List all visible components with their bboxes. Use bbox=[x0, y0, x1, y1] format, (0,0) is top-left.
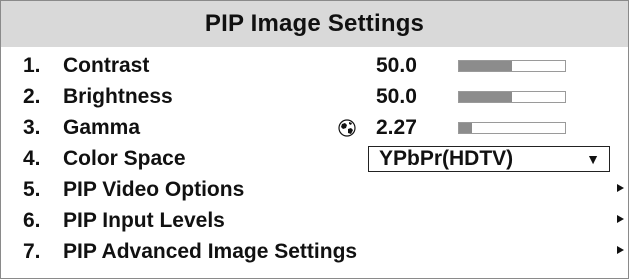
menu-title: PIP Image Settings bbox=[204, 10, 425, 37]
submenu-arrow-icon bbox=[617, 246, 624, 254]
slider-fill bbox=[459, 123, 472, 133]
item-label: PIP Video Options bbox=[63, 178, 245, 201]
item-label: Gamma bbox=[63, 116, 141, 139]
item-value: 50.0 bbox=[376, 85, 417, 108]
title-bar: PIP Image Settings bbox=[1, 1, 628, 47]
gamma-slider[interactable] bbox=[458, 122, 566, 134]
item-number: 6. bbox=[23, 209, 41, 232]
contrast-slider[interactable] bbox=[458, 60, 566, 72]
triangle-down-icon: ▼ bbox=[586, 151, 600, 167]
submenu-arrow-icon bbox=[617, 184, 624, 192]
menu-item-pip-input-levels[interactable]: 6. PIP Input Levels bbox=[1, 206, 628, 237]
item-label: Contrast bbox=[63, 54, 150, 77]
item-value: 50.0 bbox=[376, 54, 417, 77]
menu-item-brightness[interactable]: 2. Brightness 50.0 bbox=[1, 82, 628, 113]
brightness-slider[interactable] bbox=[458, 91, 566, 103]
item-number: 5. bbox=[23, 178, 41, 201]
slider-fill bbox=[459, 92, 512, 102]
item-number: 2. bbox=[23, 85, 41, 108]
pip-image-settings-menu: PIP Image Settings 1. Contrast 50.0 2. B… bbox=[0, 0, 629, 279]
item-number: 1. bbox=[23, 54, 41, 77]
item-label: PIP Input Levels bbox=[63, 209, 225, 232]
menu-item-pip-video-options[interactable]: 5. PIP Video Options bbox=[1, 175, 628, 206]
item-label: Brightness bbox=[63, 85, 173, 108]
dropdown-selected-value: YPbPr(HDTV) bbox=[379, 147, 514, 170]
item-number: 3. bbox=[23, 116, 41, 139]
menu-item-contrast[interactable]: 1. Contrast 50.0 bbox=[1, 51, 628, 82]
item-value: 2.27 bbox=[376, 116, 417, 139]
submenu-arrow-icon bbox=[617, 215, 624, 223]
menu-item-color-space[interactable]: 4. Color Space YPbPr(HDTV) ▼ bbox=[1, 144, 628, 175]
item-number: 4. bbox=[23, 147, 41, 170]
menu-item-gamma[interactable]: 3. Gamma 2.27 bbox=[1, 113, 628, 144]
item-label: PIP Advanced Image Settings bbox=[63, 240, 358, 263]
slider-fill bbox=[459, 61, 512, 71]
item-label: Color Space bbox=[63, 147, 186, 170]
item-number: 7. bbox=[23, 240, 41, 263]
menu-item-pip-advanced-image-settings[interactable]: 7. PIP Advanced Image Settings bbox=[1, 237, 628, 268]
color-space-dropdown[interactable]: YPbPr(HDTV) ▼ bbox=[368, 146, 610, 172]
globe-icon bbox=[338, 119, 356, 137]
